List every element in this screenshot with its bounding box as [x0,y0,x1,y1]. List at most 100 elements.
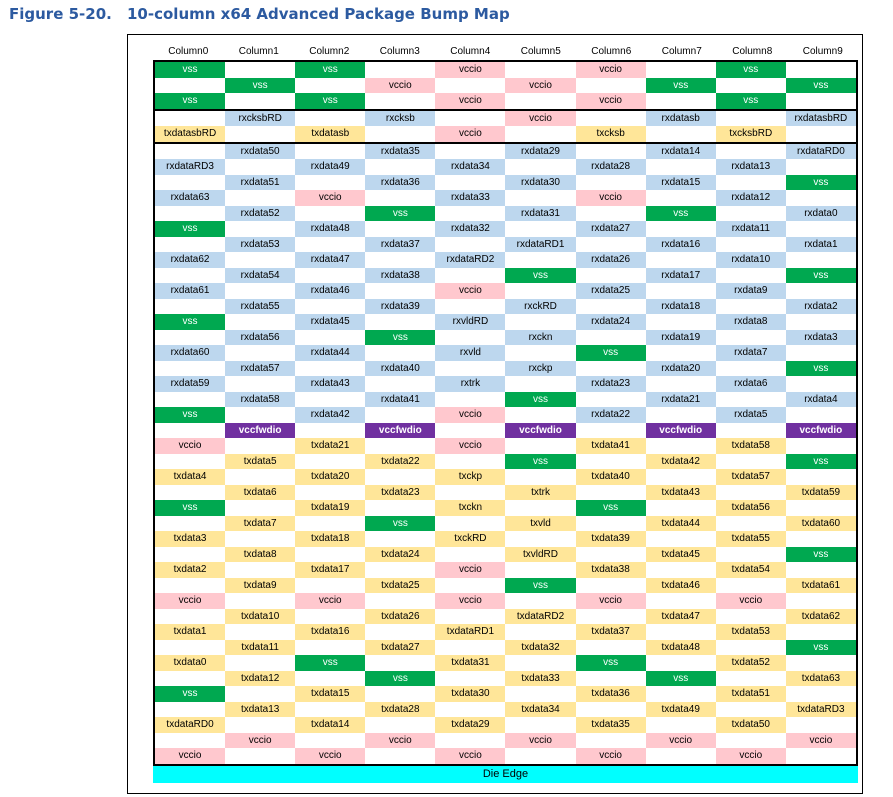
bump-cell: rxdata52 [225,205,296,221]
bump-cell: txdata51 [715,686,786,702]
empty-cell [715,670,786,686]
bump-cell: txdata61 [785,577,856,593]
empty-cell [645,345,716,361]
empty-cell [505,345,576,361]
bump-cell: rxdata39 [365,298,436,314]
empty-cell [575,267,646,283]
bump-cell: vss [505,267,576,283]
bump-cell: rxdata56 [225,329,296,345]
bump-cell: rxdata18 [645,298,716,314]
empty-cell [505,376,576,392]
empty-cell [645,562,716,578]
bump-sections: vss vss vccio vccio vss vss vccio vccio vss vss vs… [153,60,858,766]
bump-cell: txtrk [505,484,576,500]
bump-cell: txdata50 [715,717,786,733]
bump-cell: rxdata10 [715,252,786,268]
bump-cell: txdata28 [365,701,436,717]
bump-row: txdata9 txdata25 vss txdata46 txdata61 [155,577,856,593]
empty-cell [645,655,716,671]
empty-cell [295,701,366,717]
empty-cell [505,407,576,423]
empty-cell [645,748,716,764]
bump-cell: vccio [505,110,576,126]
bump-cell: rxdata58 [225,391,296,407]
bump-row: vss txdata19 txckn vss txdata56 [155,500,856,516]
empty-cell [715,546,786,562]
empty-cell [155,236,226,252]
empty-cell [435,77,506,93]
bump-cell: rxdata3 [785,329,856,345]
empty-cell [785,221,856,237]
empty-cell [365,62,436,78]
bump-cell: vss [785,453,856,469]
figure-title: Figure 5-20. 10-column x64 Advanced Packa… [9,5,510,23]
bump-cell: txdata16 [295,624,366,640]
bump-cell: rxdata17 [645,267,716,283]
bump-cell: vccio [295,593,366,609]
empty-cell [225,221,296,237]
empty-cell [365,686,436,702]
bump-cell: txdatasb [295,126,366,142]
empty-cell [225,500,296,516]
empty-cell [645,686,716,702]
empty-cell [225,93,296,109]
bump-row: vss rxdata45 rxvldRD rxdata24 rxdata8 [155,314,856,330]
bump-cell: txdata48 [645,639,716,655]
bump-cell: txvld [505,515,576,531]
empty-cell [575,174,646,190]
empty-cell [365,283,436,299]
empty-cell [575,732,646,748]
bump-cell: rxdata53 [225,236,296,252]
bump-cell: rxdata45 [295,314,366,330]
empty-cell [435,546,506,562]
bump-cell: rxdata12 [715,190,786,206]
bump-cell: txdata15 [295,686,366,702]
bump-cell: rxcksbRD [225,110,296,126]
empty-cell [785,624,856,640]
bump-row: rxdata50 rxdata35 rxdata29 rxdata14 rxdataRD… [155,143,856,159]
empty-cell [225,531,296,547]
bump-cell: vss [155,93,226,109]
bump-cell: rxdata26 [575,252,646,268]
empty-cell [365,562,436,578]
bump-cell: rxdata24 [575,314,646,330]
bump-cell: txdata43 [645,484,716,500]
bump-cell: txdata8 [225,546,296,562]
empty-cell [295,205,366,221]
empty-cell [505,62,576,78]
bump-cell: txdata63 [785,670,856,686]
empty-cell [645,376,716,392]
empty-cell [435,110,506,126]
die-edge: Die Edge [153,765,858,783]
empty-cell [295,732,366,748]
empty-cell [715,422,786,438]
bump-cell: vss [785,360,856,376]
bump-cell: rxdataRD3 [155,159,226,175]
bump-row: txdata10 txdata26 txdataRD2 txdata47 txdata6… [155,608,856,624]
bump-cell: txdata58 [715,438,786,454]
bump-cell: rxdata33 [435,190,506,206]
bump-cell: rxdata31 [505,205,576,221]
bump-row: rxdata54 rxdata38 vss rxdata17 vss [155,267,856,283]
bump-cell: vss [155,686,226,702]
bump-row: rxdataRD3 rxdata49 rxdata34 rxdata28 rxdata1… [155,159,856,175]
bump-cell: txdata35 [575,717,646,733]
empty-cell [435,391,506,407]
column-header: Column8 [732,46,773,57]
bump-row: txdata2 txdata17 vccio txdata38 txdata54 [155,562,856,578]
empty-cell [365,376,436,392]
bump-cell: rxdatasb [645,110,716,126]
empty-cell [295,360,366,376]
empty-cell [155,701,226,717]
empty-cell [295,608,366,624]
bump-cell: txcksbRD [715,126,786,142]
empty-cell [715,329,786,345]
bump-cell: rxdata20 [645,360,716,376]
bump-cell: txdata24 [365,546,436,562]
bump-cell: txdata38 [575,562,646,578]
empty-cell [435,267,506,283]
empty-cell [365,469,436,485]
bump-cell: vss [295,62,366,78]
empty-cell [155,391,226,407]
empty-cell [295,670,366,686]
